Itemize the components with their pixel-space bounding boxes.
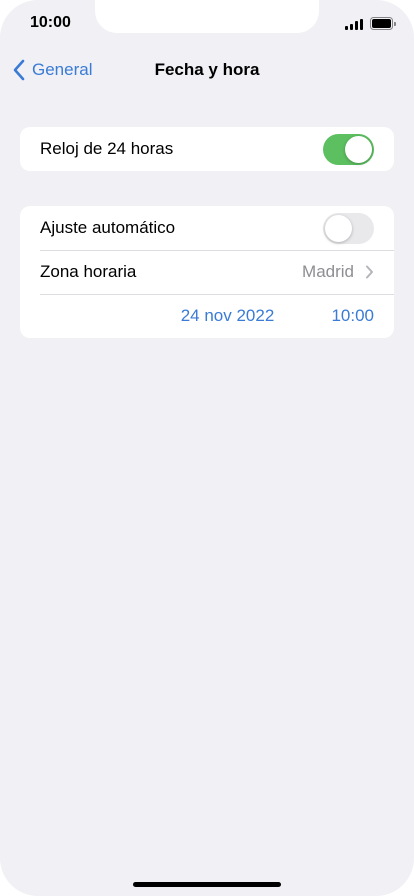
divider [40,250,394,251]
cellular-signal-icon [345,18,365,30]
chevron-right-icon [366,265,373,279]
date-time-settings-group: Ajuste automático Zona horaria Madrid 24… [20,206,394,338]
clock-24h-row: Reloj de 24 horas [20,127,394,171]
date-time-row: 24 nov 2022 10:00 [20,294,394,338]
date-button[interactable]: 24 nov 2022 [160,306,295,326]
auto-set-label: Ajuste automático [40,218,176,237]
status-time: 10:00 [30,14,71,31]
notch [95,0,319,33]
timezone-value: Madrid [302,262,354,281]
divider [40,294,394,295]
time-button[interactable]: 10:00 [331,306,374,326]
home-indicator[interactable] [133,882,281,887]
timezone-row[interactable]: Zona horaria Madrid [20,250,394,294]
battery-icon [370,17,396,30]
auto-set-toggle[interactable] [323,212,374,244]
auto-set-row: Ajuste automático [20,206,394,250]
clock-24h-label: Reloj de 24 horas [40,139,174,158]
clock-24h-toggle[interactable] [323,133,374,165]
clock-settings-group: Reloj de 24 horas [20,127,394,171]
page-title: Fecha y hora [154,60,260,79]
timezone-label: Zona horaria [40,262,137,281]
settings-screen: 10:00 General Fecha y hora Reloj de 24 h… [0,0,414,896]
